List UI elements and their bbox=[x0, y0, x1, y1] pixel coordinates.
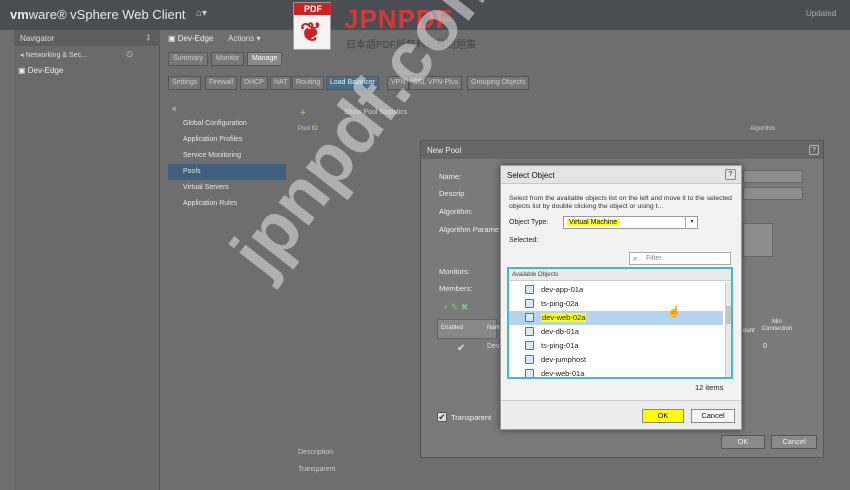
vm-icon bbox=[525, 355, 534, 364]
subtab-grouping-objects[interactable]: Grouping Objects bbox=[467, 76, 530, 90]
vm-icon bbox=[525, 299, 534, 308]
subtab-routing[interactable]: Routing bbox=[292, 76, 325, 90]
list-item-vm-selected[interactable]: dev-web-02a bbox=[509, 311, 723, 325]
select-object-dialog: Select Object ? Select from the availabl… bbox=[500, 165, 742, 430]
object-type-select[interactable]: Virtual Machine ▾ bbox=[563, 216, 698, 229]
tab-manage[interactable]: Manage bbox=[247, 52, 283, 66]
watermark-logo-text: JPNPDF bbox=[344, 4, 453, 34]
column-count: ount bbox=[743, 328, 755, 334]
column-name: Nam bbox=[487, 325, 500, 331]
help-icon[interactable]: ? bbox=[809, 145, 819, 155]
algorithm-parameters-input[interactable] bbox=[743, 223, 773, 257]
vm-icon bbox=[525, 285, 534, 294]
chevron-down-icon[interactable]: ▾ bbox=[685, 217, 698, 228]
description-label: Descrip bbox=[439, 189, 465, 198]
ok-button[interactable]: OK bbox=[642, 409, 684, 423]
tab-monitor[interactable]: Monitor bbox=[211, 52, 245, 66]
select-object-description: Select from the available objects list o… bbox=[509, 195, 732, 210]
available-objects-header: Available Objects bbox=[509, 269, 731, 281]
algorithm-parameters-label: Algorithm Parame bbox=[439, 225, 500, 234]
subtab-ssl-vpn-plus[interactable]: SSL VPN-Plus bbox=[409, 76, 463, 90]
menu-item-application-rules[interactable]: Application Rules bbox=[183, 200, 237, 207]
history-icon[interactable]: ⏲ bbox=[126, 49, 133, 60]
monitors-label: Monitors: bbox=[439, 267, 470, 276]
member-name: Dev bbox=[487, 343, 500, 350]
new-pool-ok-button[interactable]: OK bbox=[721, 435, 765, 449]
subtab-settings[interactable]: Settings bbox=[168, 76, 202, 90]
select-object-footer: OK Cancel bbox=[501, 400, 741, 429]
cancel-button[interactable]: Cancel bbox=[691, 409, 735, 423]
members-label: Members: bbox=[439, 284, 473, 293]
app-title: vmware® vSphere Web Client bbox=[10, 7, 186, 22]
menu-item-application-profiles[interactable]: Application Profiles bbox=[183, 136, 243, 143]
subtab-nat[interactable]: NAT bbox=[270, 76, 292, 90]
vm-icon bbox=[525, 341, 534, 350]
menu-item-pools[interactable]: Pools bbox=[183, 168, 201, 175]
filter-placeholder: Filter bbox=[646, 255, 662, 262]
new-pool-title: New Pool bbox=[421, 141, 823, 159]
select-object-title: Select Object bbox=[501, 166, 741, 184]
collapse-icon[interactable]: « bbox=[172, 104, 176, 113]
column-pool-id[interactable]: Pool ID bbox=[298, 126, 318, 132]
help-icon[interactable]: ? bbox=[725, 169, 736, 180]
menu-item-global-configuration[interactable]: Global Configuration bbox=[183, 120, 247, 127]
menu-item-virtual-servers[interactable]: Virtual Servers bbox=[183, 184, 229, 191]
navigator-title: Navigator bbox=[14, 30, 160, 46]
show-pool-statistics-link[interactable]: Show Pool Statistics bbox=[344, 109, 407, 116]
object-type-label: Object Type: bbox=[509, 219, 549, 226]
object-title: ▣ Dev-Edge bbox=[168, 34, 214, 43]
member-tools[interactable]: + ✎ ✖ bbox=[443, 302, 468, 313]
list-item-vm[interactable]: dev-jumphost bbox=[509, 353, 723, 367]
object-type-value: Virtual Machine bbox=[567, 219, 620, 226]
subtab-load-balancer[interactable]: Load Balancer bbox=[326, 76, 380, 90]
column-algorithm[interactable]: Algorithm bbox=[750, 126, 775, 132]
actions-menu[interactable]: Actions ▾ bbox=[228, 34, 260, 43]
filter-input[interactable]: ⌕ Filter bbox=[629, 252, 731, 265]
new-pool-cancel-button[interactable]: Cancel bbox=[771, 435, 817, 449]
list-scrollbar[interactable] bbox=[725, 282, 731, 377]
navigator-panel: Navigator ‡ ◂ Networking & Sec... ⏲ ▣ De… bbox=[14, 30, 160, 490]
description-label: Description bbox=[298, 449, 334, 456]
description-input[interactable] bbox=[743, 187, 803, 200]
transparent-checkbox-label: Transparent bbox=[451, 413, 492, 422]
subtab-firewall[interactable]: Firewall bbox=[205, 76, 238, 90]
list-item-vm[interactable]: dev-web-01a bbox=[509, 367, 723, 377]
name-input[interactable] bbox=[743, 170, 803, 183]
list-item-vm[interactable]: ts-ping-01a bbox=[509, 339, 723, 353]
scrollbar-thumb[interactable] bbox=[726, 306, 731, 324]
subtab-dhcp[interactable]: DHCP bbox=[240, 76, 268, 90]
menu-item-service-monitoring[interactable]: Service Monitoring bbox=[183, 152, 241, 159]
acrobat-icon: ❦ bbox=[300, 17, 322, 47]
transparent-checkbox[interactable]: ✔ bbox=[437, 412, 447, 422]
member-min-connection: 0 bbox=[763, 343, 767, 350]
algorithm-label: Algorithm: bbox=[439, 207, 473, 216]
navigator-item-dev-edge[interactable]: ▣ Dev-Edge bbox=[18, 66, 63, 75]
enabled-check-icon: ✔ bbox=[457, 343, 466, 354]
pdf-logo: PDF ❦ bbox=[293, 2, 332, 50]
watermark-logo-subtitle: 日本語PDF版無料試験問題集 bbox=[346, 40, 476, 51]
search-icon: ⌕ bbox=[633, 254, 638, 263]
navigator-back-button[interactable]: ◂ Networking & Sec... bbox=[14, 48, 160, 64]
user-menu[interactable]: Updated bbox=[806, 9, 836, 18]
name-label: Name: bbox=[439, 172, 462, 181]
subtab-vpn[interactable]: VPN bbox=[387, 76, 410, 90]
list-item-vm[interactable]: ts-ping-02a bbox=[509, 297, 723, 311]
column-enabled: Enabled bbox=[441, 325, 464, 331]
tab-summary[interactable]: Summary bbox=[168, 52, 208, 66]
pin-icon[interactable]: ‡ bbox=[146, 33, 150, 42]
list-item-vm[interactable]: dev-db-01a bbox=[509, 325, 723, 339]
add-pool-button[interactable]: + bbox=[300, 108, 306, 119]
home-icon[interactable]: ⌂▾ bbox=[196, 8, 207, 19]
pointer-cursor-icon: ☝ bbox=[667, 306, 681, 318]
item-count: 12 items bbox=[695, 383, 724, 392]
selected-label: Selected: bbox=[509, 237, 539, 244]
transparent-label: Transparent bbox=[298, 466, 336, 473]
vm-icon bbox=[525, 327, 534, 336]
available-objects-list: Available Objects dev-app-01a ts-ping-02… bbox=[507, 267, 733, 379]
vm-icon bbox=[525, 313, 534, 322]
column-min-connection: Min Connection bbox=[761, 319, 793, 332]
pdf-logo-label: PDF bbox=[294, 3, 332, 15]
list-item-vm[interactable]: dev-app-01a bbox=[509, 283, 723, 297]
vm-icon bbox=[525, 369, 534, 377]
